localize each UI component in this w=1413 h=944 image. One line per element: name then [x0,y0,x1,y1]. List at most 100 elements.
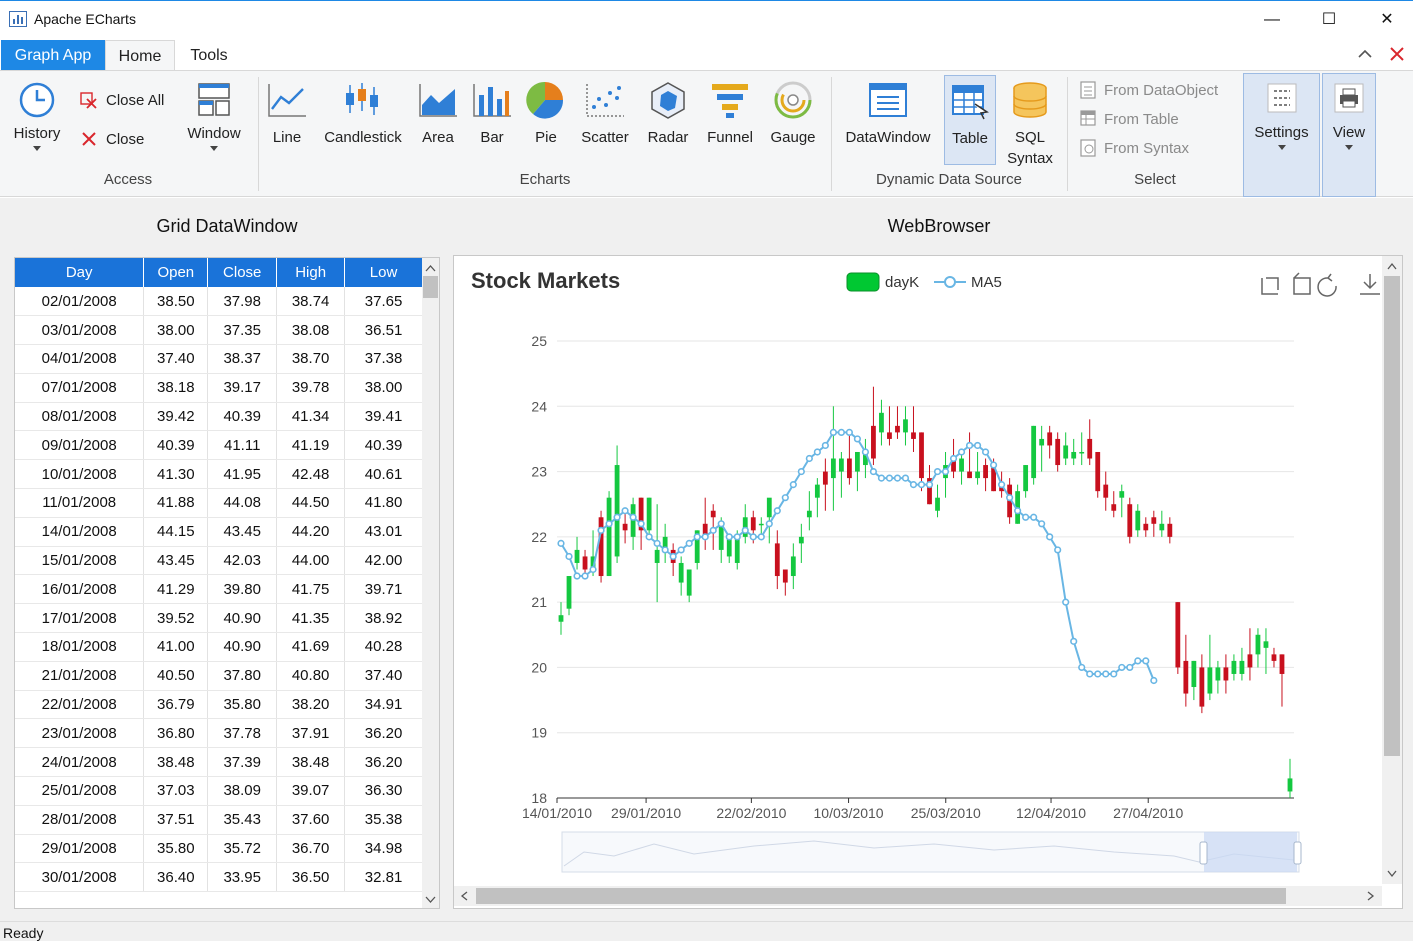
ma5-point[interactable] [1014,507,1022,515]
candle-body[interactable] [1039,438,1045,446]
ma5-point[interactable] [701,533,709,541]
table-cell-high[interactable]: 39.78 [276,373,346,403]
candle-body[interactable] [758,523,764,526]
table-cell-open[interactable]: 39.42 [143,402,209,432]
table-cell-close[interactable]: 35.80 [207,690,278,720]
candle-body[interactable] [1135,510,1141,531]
table-cell-open[interactable]: 41.30 [143,459,209,490]
ma5-point[interactable] [1086,670,1094,678]
candle-body[interactable] [1079,451,1085,454]
table-cell-open[interactable]: 38.18 [143,373,209,403]
ma5-point[interactable] [669,552,677,561]
scroll-thumb[interactable] [423,276,438,298]
web-browser[interactable]: Stock Markets 25 24 23 22 21 20 19 18 14/01/2010… [453,255,1403,909]
candle-body[interactable] [566,576,572,609]
column-header-low[interactable]: Low [344,258,423,287]
candle-body[interactable] [1095,451,1101,492]
ma5-point[interactable] [613,513,621,521]
ma5-point[interactable] [637,520,645,528]
table-cell-low[interactable]: 42.00 [344,546,423,576]
candle-body[interactable] [1279,654,1285,674]
column-header-close[interactable]: Close [207,258,278,287]
table-row[interactable]: 08/01/2008 39.42 40.39 41.34 39.41 [15,402,423,432]
candle-body[interactable] [1255,634,1261,655]
table-cell-open[interactable]: 38.00 [143,315,209,346]
ma5-point[interactable] [789,481,797,489]
table-row[interactable]: 17/01/2008 39.52 40.90 41.35 38.92 [15,603,423,634]
table-cell-high[interactable]: 39.07 [276,776,346,806]
ma5-point[interactable] [837,428,845,436]
table-cell-high[interactable]: 42.48 [276,459,346,490]
candle-body[interactable] [1055,438,1061,466]
candle-body[interactable] [871,425,876,459]
table-row[interactable]: 11/01/2008 41.88 44.08 44.50 41.80 [15,488,423,518]
table-cell-open[interactable]: 38.50 [143,287,209,317]
ma5-point[interactable] [1110,670,1118,678]
candle-body[interactable] [1103,484,1109,498]
chart-pie-button[interactable]: Pie [522,81,570,148]
table-row[interactable]: 25/01/2008 37.03 38.09 39.07 36.30 [15,776,423,806]
ma5-point[interactable] [1062,598,1070,606]
candle-body[interactable] [750,517,756,531]
table-cell-close[interactable]: 37.98 [207,287,278,317]
candle-body[interactable] [774,543,780,577]
ma5-point[interactable] [893,474,902,482]
ma5-point[interactable] [781,494,789,502]
table-cell-day[interactable]: 03/01/2008 [15,315,145,346]
table-cell-day[interactable]: 25/01/2008 [15,776,145,806]
history-button[interactable]: History [6,81,68,151]
table-cell-high[interactable]: 38.74 [276,287,346,317]
table-cell-open[interactable]: 43.45 [143,546,209,576]
table-cell-high[interactable]: 38.48 [276,747,346,778]
table-cell-close[interactable]: 38.09 [207,776,278,806]
table-cell-high[interactable]: 37.91 [276,718,346,749]
chart-bar-button[interactable]: Bar [468,81,516,148]
candle-body[interactable] [1215,667,1221,681]
grid-vertical-scrollbar[interactable] [422,258,439,908]
ma5-point[interactable] [1134,657,1142,665]
download-icon[interactable] [1360,274,1380,295]
candle-body[interactable] [1071,451,1077,459]
table-cell-close[interactable]: 43.45 [207,517,278,547]
ma5-point[interactable] [1078,663,1086,672]
ma5-point[interactable] [661,546,669,554]
candle-body[interactable] [622,523,628,531]
ma5-point[interactable] [1006,494,1014,502]
ma5-point[interactable] [581,572,589,580]
ma5-point[interactable] [853,435,862,443]
ma5-point[interactable] [1030,513,1038,521]
column-header-high[interactable]: High [276,258,346,287]
candle-body[interactable] [1167,523,1173,537]
candle-body[interactable] [967,471,972,479]
candle-body[interactable] [1239,660,1245,674]
candle-body[interactable] [1207,667,1213,694]
candle-body[interactable] [1287,778,1293,792]
chart-funnel-button[interactable]: Funnel [702,81,758,148]
ma5-point[interactable] [725,533,733,541]
ma5-point[interactable] [685,539,693,547]
legend-ma5-marker[interactable] [944,276,956,288]
table-cell-close[interactable]: 41.95 [207,459,278,490]
candle-body[interactable] [790,556,796,577]
ma5-point[interactable] [821,441,829,450]
candle-body[interactable] [798,536,804,544]
table-cell-open[interactable]: 41.00 [143,632,209,662]
ma5-point[interactable] [877,474,886,482]
table-cell-low[interactable]: 43.01 [344,517,423,547]
table-cell-close[interactable]: 35.72 [207,834,278,864]
table-row[interactable]: 29/01/2008 35.80 35.72 36.70 34.98 [15,834,423,864]
sql-syntax-button[interactable]: SQL Syntax [1002,81,1058,169]
table-cell-open[interactable]: 38.48 [143,747,209,778]
ma5-point[interactable] [557,539,565,547]
table-cell-low[interactable]: 38.00 [344,373,423,403]
ma5-point[interactable] [981,448,990,456]
ma5-point[interactable] [861,448,870,456]
ma5-point[interactable] [749,533,757,541]
table-row[interactable]: 22/01/2008 36.79 35.80 38.20 34.91 [15,690,423,720]
table-row[interactable]: 15/01/2008 43.45 42.03 44.00 42.00 [15,546,423,576]
table-cell-low[interactable]: 38.92 [344,603,423,634]
candle-body[interactable] [734,536,740,563]
candle-body[interactable] [1175,602,1181,668]
candle-body[interactable] [879,412,884,433]
candle-body[interactable] [1047,432,1053,446]
